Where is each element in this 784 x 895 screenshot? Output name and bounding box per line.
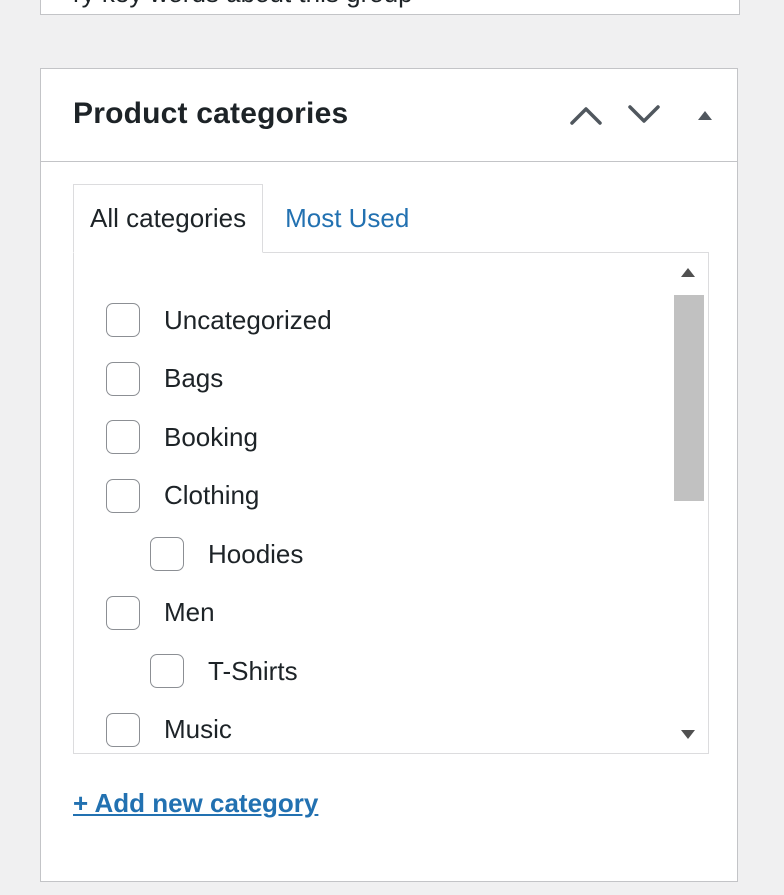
category-checkbox[interactable] (150, 654, 184, 689)
category-label: Uncategorized (164, 304, 332, 335)
handle-actions (557, 69, 737, 161)
scroll-up-triangle-icon (681, 267, 695, 277)
previous-postbox-text: ry key words about this group (73, 0, 413, 9)
chevron-up-icon (570, 107, 602, 125)
tab-all-categories[interactable]: All categories (73, 184, 264, 253)
previous-postbox: ry key words about this group (40, 0, 740, 15)
category-item-bags[interactable]: Bags (74, 350, 664, 409)
scroll-up-arrow[interactable] (668, 253, 708, 291)
checklist-scrollbar[interactable] (668, 253, 708, 753)
category-item-booking[interactable]: Booking (74, 408, 664, 467)
category-checkbox[interactable] (106, 361, 140, 396)
categories-checklist: Uncategorized Bags Booking Clothing Hood… (74, 291, 664, 754)
category-label: Music (164, 714, 232, 745)
scroll-down-arrow[interactable] (668, 715, 708, 753)
category-tabs: All categories Most Used (73, 184, 425, 253)
category-label: T-Shirts (208, 655, 298, 686)
postbox-inside: All categories Most Used Uncategorized B… (41, 162, 737, 882)
triangle-up-icon (698, 111, 712, 120)
category-label: Booking (164, 421, 258, 452)
category-label: Bags (164, 363, 224, 394)
move-down-button[interactable] (615, 86, 673, 144)
category-item-uncategorized[interactable]: Uncategorized (74, 291, 664, 350)
add-new-category-link[interactable]: + Add new category (73, 788, 318, 819)
category-item-hoodies[interactable]: Hoodies (74, 525, 664, 584)
category-checkbox[interactable] (106, 595, 140, 630)
scroll-down-triangle-icon (681, 729, 695, 739)
move-up-button[interactable] (557, 86, 615, 144)
category-checkbox[interactable] (106, 712, 140, 747)
toggle-panel-button[interactable] (673, 86, 737, 144)
category-checkbox[interactable] (106, 478, 140, 513)
chevron-down-icon (628, 105, 660, 123)
postbox-title: Product categories (73, 97, 349, 130)
category-checkbox[interactable] (106, 420, 140, 455)
category-item-clothing[interactable]: Clothing (74, 467, 664, 526)
category-checkbox[interactable] (150, 537, 184, 572)
category-label: Clothing (164, 480, 260, 511)
category-item-t-shirts[interactable]: T-Shirts (74, 642, 664, 701)
category-label: Hoodies (208, 538, 304, 569)
category-checkbox[interactable] (106, 303, 140, 338)
category-item-music[interactable]: Music (74, 701, 664, 754)
category-label: Men (164, 597, 215, 628)
tab-most-used[interactable]: Most Used (263, 184, 425, 252)
scroll-thumb[interactable] (674, 295, 704, 501)
category-item-men[interactable]: Men (74, 584, 664, 643)
postbox-header: Product categories (41, 69, 737, 162)
categories-checklist-panel[interactable]: Uncategorized Bags Booking Clothing Hood… (73, 252, 709, 754)
product-categories-postbox: Product categories All categories Most U… (40, 68, 738, 882)
